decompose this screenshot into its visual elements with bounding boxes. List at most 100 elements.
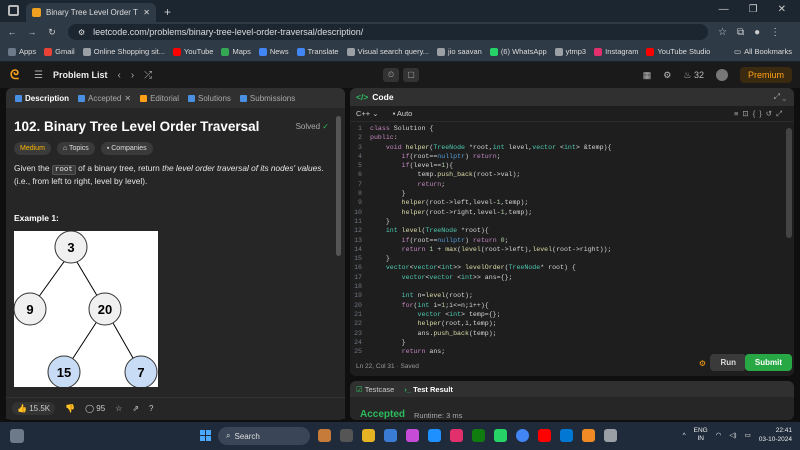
bookmark-item[interactable]: YouTube Studio xyxy=(646,47,710,56)
edge-icon[interactable] xyxy=(428,429,441,442)
vlc-icon[interactable] xyxy=(582,429,595,442)
bookmark-item[interactable]: Maps xyxy=(221,47,251,56)
instagram-icon[interactable] xyxy=(450,429,463,442)
minimize-button[interactable]: — xyxy=(719,4,729,15)
menu-icon[interactable]: ⋮ xyxy=(770,27,780,38)
code-line: 5 if(level==1){ xyxy=(350,161,780,170)
share-icon[interactable]: ⇗ xyxy=(132,404,139,413)
topics-chip[interactable]: ⌂ Topics xyxy=(56,142,95,155)
forward-button[interactable]: → xyxy=(24,27,40,37)
premium-button[interactable]: Premium xyxy=(739,67,792,83)
taskview-icon[interactable] xyxy=(340,429,353,442)
bookmark-item[interactable]: Translate xyxy=(296,47,339,56)
all-bookmarks-button[interactable]: ▭ All Bookmarks xyxy=(734,47,792,56)
bookmark-item[interactable]: Instagram xyxy=(594,47,638,56)
difficulty-badge: Medium xyxy=(14,142,51,155)
code-text: } xyxy=(370,338,406,346)
vscode-icon[interactable] xyxy=(560,429,573,442)
app-icon-2[interactable] xyxy=(604,429,617,442)
help-icon[interactable]: ? xyxy=(149,404,153,413)
star-icon[interactable]: ☆ xyxy=(718,27,727,38)
code-editor[interactable]: 1 class Solution {2 public: 3 void helper(T… xyxy=(350,124,780,358)
bookmark-label: ytmp3 xyxy=(565,47,587,56)
widgets-icon[interactable] xyxy=(10,429,24,443)
bookmark-item[interactable]: News xyxy=(258,47,289,56)
xbox-icon[interactable] xyxy=(472,429,485,442)
file-explorer-icon[interactable] xyxy=(362,429,375,442)
profile-icon[interactable]: ● xyxy=(754,27,760,38)
panel-controls[interactable]: ⤢ ⌄ xyxy=(774,92,786,102)
thumbs-up-icon: 👍 xyxy=(17,404,27,413)
tab-description[interactable]: Description xyxy=(15,94,69,103)
whatsapp-icon[interactable] xyxy=(494,429,507,442)
next-problem-icon[interactable]: › xyxy=(131,70,134,81)
tab-editorial[interactable]: Editorial xyxy=(140,94,179,103)
bookmark-item[interactable]: (6) WhatsApp xyxy=(489,47,547,56)
like-button[interactable]: 👍 15.5K xyxy=(12,402,56,415)
tab-testcase[interactable]: ☑ Testcase xyxy=(356,385,394,394)
browser-tab[interactable]: Binary Tree Level Order Travers ✕ xyxy=(26,3,156,22)
language-select[interactable]: C++ ⌄ xyxy=(356,109,379,118)
extensions-icon[interactable]: ⧉ xyxy=(737,27,744,38)
layout-icon[interactable]: ▦ xyxy=(643,70,652,81)
bookmark-item[interactable]: ytmp3 xyxy=(554,47,587,56)
close-window-button[interactable]: ✕ xyxy=(778,4,786,15)
timer-icon[interactable]: ⏲ xyxy=(383,68,399,82)
autosave-indicator[interactable]: ▪ Auto xyxy=(393,109,413,118)
store-icon[interactable] xyxy=(384,429,397,442)
code-panel-header: </> Code ⤢ ⌄ xyxy=(350,88,794,106)
bookmark-item[interactable]: Online Shopping sit... xyxy=(82,47,165,56)
leetcode-logo[interactable]: ᘓ xyxy=(10,68,24,82)
list-icon[interactable]: ☰ xyxy=(34,70,43,81)
streak-counter[interactable]: ♨ 32 xyxy=(683,70,704,81)
tab-label: Submissions xyxy=(249,93,296,103)
debug-icon[interactable]: ⚙ xyxy=(699,359,706,368)
wifi-icon[interactable]: ◠ xyxy=(716,431,722,439)
tab-search-icon[interactable] xyxy=(8,5,19,16)
site-info-icon[interactable]: ⚙ xyxy=(78,28,85,37)
bookmark-item[interactable]: Apps xyxy=(8,47,36,56)
back-button[interactable]: ← xyxy=(4,27,20,37)
clock[interactable]: 22:41 03-10-2024 xyxy=(759,426,792,444)
code-scrollbar[interactable] xyxy=(786,128,792,238)
avatar[interactable] xyxy=(715,69,728,81)
tab-solutions[interactable]: Solutions xyxy=(187,94,231,103)
problem-list-link[interactable]: Problem List xyxy=(53,70,108,80)
taskbar-search[interactable]: ⌕ Search xyxy=(218,427,310,445)
new-tab-button[interactable]: + xyxy=(164,5,171,19)
bookmark-item[interactable]: jio saavan xyxy=(437,47,482,56)
chevron-up-icon[interactable]: ^ xyxy=(683,432,686,439)
app-icon-1[interactable] xyxy=(318,429,331,442)
close-tab-icon[interactable]: ✕ xyxy=(124,94,131,103)
start-button[interactable] xyxy=(200,430,211,441)
companies-chip[interactable]: ▪ Companies xyxy=(100,142,153,155)
bookmark-item[interactable]: YouTube xyxy=(173,47,213,56)
bookmark-item[interactable]: Visual search query... xyxy=(346,47,429,56)
bookmark-item[interactable]: Gmail xyxy=(44,47,75,56)
copilot-icon[interactable] xyxy=(406,429,419,442)
run-button[interactable]: Run xyxy=(710,354,746,371)
volume-icon[interactable]: ◁) xyxy=(729,431,736,439)
url-field[interactable]: ⚙ leetcode.com/problems/binary-tree-leve… xyxy=(68,24,708,40)
bookmark-favicon-icon xyxy=(489,47,498,56)
star-favorite-icon[interactable]: ☆ xyxy=(115,404,122,413)
prev-problem-icon[interactable]: ‹ xyxy=(117,70,120,81)
reload-button[interactable]: ↻ xyxy=(44,27,60,38)
chrome-icon[interactable] xyxy=(516,429,529,442)
tab-accepted[interactable]: Accepted ✕ xyxy=(78,94,131,103)
editor-tools-icons[interactable]: ≡⊡{}↺⤢ xyxy=(734,109,786,119)
tab-submissions[interactable]: Submissions xyxy=(239,93,296,103)
settings-icon[interactable]: ⚙ xyxy=(663,70,671,81)
tab-test-result[interactable]: ›_ Test Result xyxy=(404,385,453,394)
maximize-button[interactable]: ❐ xyxy=(749,4,758,15)
close-tab-icon[interactable]: ✕ xyxy=(143,8,150,17)
comments-button[interactable]: ◯ 95 xyxy=(85,404,105,413)
description-scrollbar[interactable] xyxy=(336,116,341,256)
thumbs-down-icon[interactable]: 👎 xyxy=(65,404,75,413)
youtube-icon[interactable] xyxy=(538,429,551,442)
shuffle-icon[interactable]: ⤮ xyxy=(144,70,152,81)
battery-icon[interactable]: ▭ xyxy=(745,431,751,439)
language-indicator[interactable]: ENG IN xyxy=(694,427,708,443)
notes-icon[interactable]: ▢ xyxy=(403,68,419,82)
submit-button[interactable]: Submit xyxy=(744,354,792,371)
